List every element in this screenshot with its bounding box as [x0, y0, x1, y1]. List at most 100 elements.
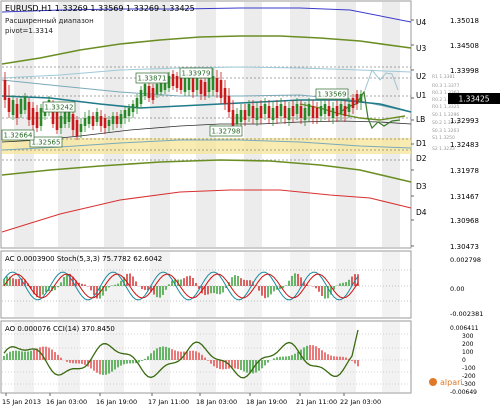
candle-body: [207, 78, 211, 92]
time-axis-label: 21 Jan 11:00: [296, 398, 337, 406]
time-axis-label: 22 Jan 03:00: [340, 398, 381, 406]
time-axis-label: 15 Jan 2013: [2, 398, 41, 406]
price-tag-text: 1.33979: [182, 70, 211, 78]
candle-body: [151, 88, 155, 100]
price-axis-label: 1.30968: [450, 217, 479, 225]
price-axis-label: 1.32993: [450, 117, 479, 125]
candle-body: [111, 116, 115, 124]
ac-axis-label: 0.00: [450, 285, 464, 293]
current-price-text: 1.33425: [458, 95, 489, 104]
candle-body: [155, 84, 159, 94]
candle-body: [343, 106, 347, 116]
price-tag-text: 1.33242: [45, 104, 74, 112]
level-label: D1: [416, 139, 427, 148]
ac-axis: 0.002798 0.00 -0.002381: [450, 256, 483, 318]
candle-body: [139, 90, 143, 104]
candle-body: [331, 108, 335, 118]
price-tag-text: 1.32565: [32, 139, 61, 147]
time-axis: 15 Jan 2013 16 Jan 03:00 16 Jan 19:00 17 Ja…: [2, 393, 381, 406]
candle-body: [91, 116, 95, 126]
candle-body: [87, 116, 91, 124]
candle-body: [175, 76, 179, 88]
price-axis-label: 1.33998: [450, 67, 479, 75]
ac-label: AC 0.0003900 Stoch(5,3,3) 75.7782 62.604…: [5, 255, 162, 263]
candle-body: [307, 104, 311, 116]
candle-body: [299, 106, 303, 118]
ao-axis-label: -300: [462, 381, 476, 388]
candle-body: [59, 116, 63, 128]
ao-axis-label: 0.006411: [450, 325, 479, 332]
time-axis-label: 16 Jan 19:00: [96, 398, 137, 406]
candle-body: [335, 106, 339, 116]
session-stripe: [244, 2, 262, 247]
candle-body: [27, 102, 31, 120]
price-axis-label: 1.35018: [450, 17, 479, 25]
trading-chart[interactable]: 1.33871 1.33979 1.33242 1.32565 1.32664 1.327…: [0, 0, 500, 408]
candle-body: [83, 118, 87, 126]
candle-body: [327, 106, 331, 116]
price-tag-text: 1.33569: [318, 91, 347, 99]
ao-axis-label: -0.00649: [450, 389, 477, 396]
candle-body: [251, 106, 255, 118]
candle-body: [127, 108, 131, 116]
price-axis-label: 1.31978: [450, 167, 479, 175]
session-stripe: [336, 322, 356, 392]
ao-label: AO 0.000076 CCI(14) 370.8450: [5, 325, 115, 333]
candle-body: [15, 104, 19, 118]
candle-body: [79, 124, 83, 132]
candle-body: [23, 96, 27, 110]
candle-body: [75, 120, 79, 136]
candle-body: [303, 108, 307, 120]
level-labels: U4 U3 U2 U1 LB D1 D2 D3 D4: [416, 18, 427, 217]
small-level-label: R0.3 1.3377: [432, 83, 460, 89]
time-axis-label: 18 Jan 03:00: [196, 398, 237, 406]
pivot-label: pivot=1.3314: [5, 27, 53, 35]
candle-body: [267, 106, 271, 118]
candle-body: [71, 114, 75, 130]
candle-body: [39, 108, 43, 126]
symbol-ohlc: EURUSD,H1 1.33269 1.33569 1.33269 1.3342…: [5, 4, 195, 13]
level-label: D2: [416, 154, 427, 163]
candle-body: [319, 106, 323, 116]
ao-axis-label: 300: [462, 333, 474, 340]
price-axis-label: 1.32483: [450, 141, 479, 149]
candle-body: [287, 108, 291, 120]
candle-body: [339, 104, 343, 114]
candle-body: [35, 112, 39, 128]
candle-body: [355, 94, 359, 104]
candle-body: [183, 78, 187, 92]
time-axis-label: 18 Jan 19:00: [246, 398, 287, 406]
level-label: U4: [416, 18, 426, 27]
ao-axis-label: 200: [462, 341, 474, 348]
candle-body: [263, 104, 267, 114]
candle-body: [7, 98, 11, 112]
candle-body: [279, 104, 283, 116]
candle-body: [323, 104, 327, 114]
candle-body: [219, 80, 223, 98]
session-stripe: [382, 322, 400, 392]
candle-body: [107, 120, 111, 126]
candle-body: [203, 82, 207, 96]
level-label: U1: [416, 91, 426, 100]
indicator-name: Расширенный диапазон: [5, 17, 94, 25]
price-axis-label: 1.34508: [450, 42, 479, 50]
level-label: D4: [416, 208, 427, 217]
candle-body: [99, 116, 103, 126]
time-axis-label: 17 Jan 11:00: [148, 398, 189, 406]
candle-body: [227, 96, 231, 112]
candle-body: [135, 98, 139, 108]
session-stripes: [14, 2, 400, 392]
candle-body: [255, 108, 259, 120]
candle-body: [295, 104, 299, 114]
price-axis-label: 1.31467: [450, 193, 479, 201]
candle-body: [231, 110, 235, 126]
level-label: LB: [416, 115, 425, 124]
candle-body: [351, 98, 355, 108]
candle-body: [103, 118, 107, 128]
candle-body: [131, 104, 135, 112]
level-label: U3: [416, 44, 426, 53]
price-tag-text: 1.32664: [4, 132, 33, 140]
candle-body: [119, 114, 123, 124]
price-axis-label: 1.30473: [450, 243, 479, 251]
candle-body: [359, 94, 363, 102]
